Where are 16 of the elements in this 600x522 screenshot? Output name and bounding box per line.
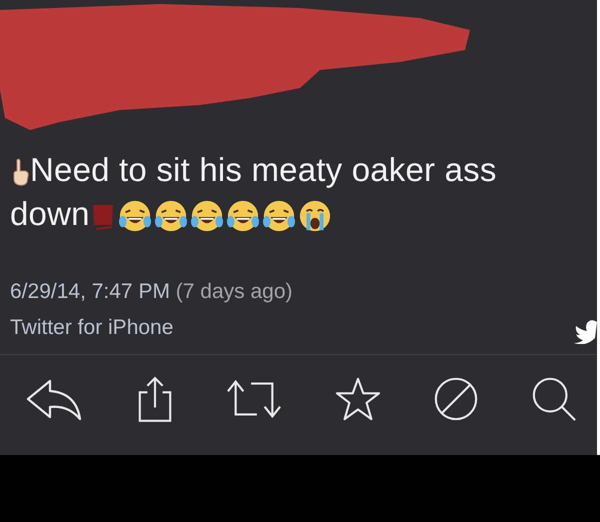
retweet-icon[interactable] bbox=[226, 377, 282, 421]
star-icon[interactable] bbox=[334, 377, 381, 421]
tweet-text: Need to sit his meaty oaker ass bbox=[30, 151, 497, 188]
source-link[interactable]: Twitter for iPhone bbox=[10, 316, 174, 339]
search-icon[interactable] bbox=[530, 376, 577, 422]
tweet-text: down bbox=[10, 195, 90, 232]
crying-face-icon bbox=[298, 199, 332, 234]
reply-icon[interactable] bbox=[24, 377, 84, 421]
block-icon[interactable] bbox=[432, 376, 479, 422]
relative-time: (7 days ago) bbox=[176, 280, 293, 303]
laughing-face-icon bbox=[190, 199, 224, 234]
laughing-face-icon bbox=[226, 199, 260, 234]
laughing-face-icon bbox=[262, 199, 296, 234]
laughing-face-icon bbox=[154, 199, 188, 234]
laughing-face-icon bbox=[118, 199, 152, 234]
timestamp: 6/29/14, 7:47 PM bbox=[10, 280, 170, 303]
